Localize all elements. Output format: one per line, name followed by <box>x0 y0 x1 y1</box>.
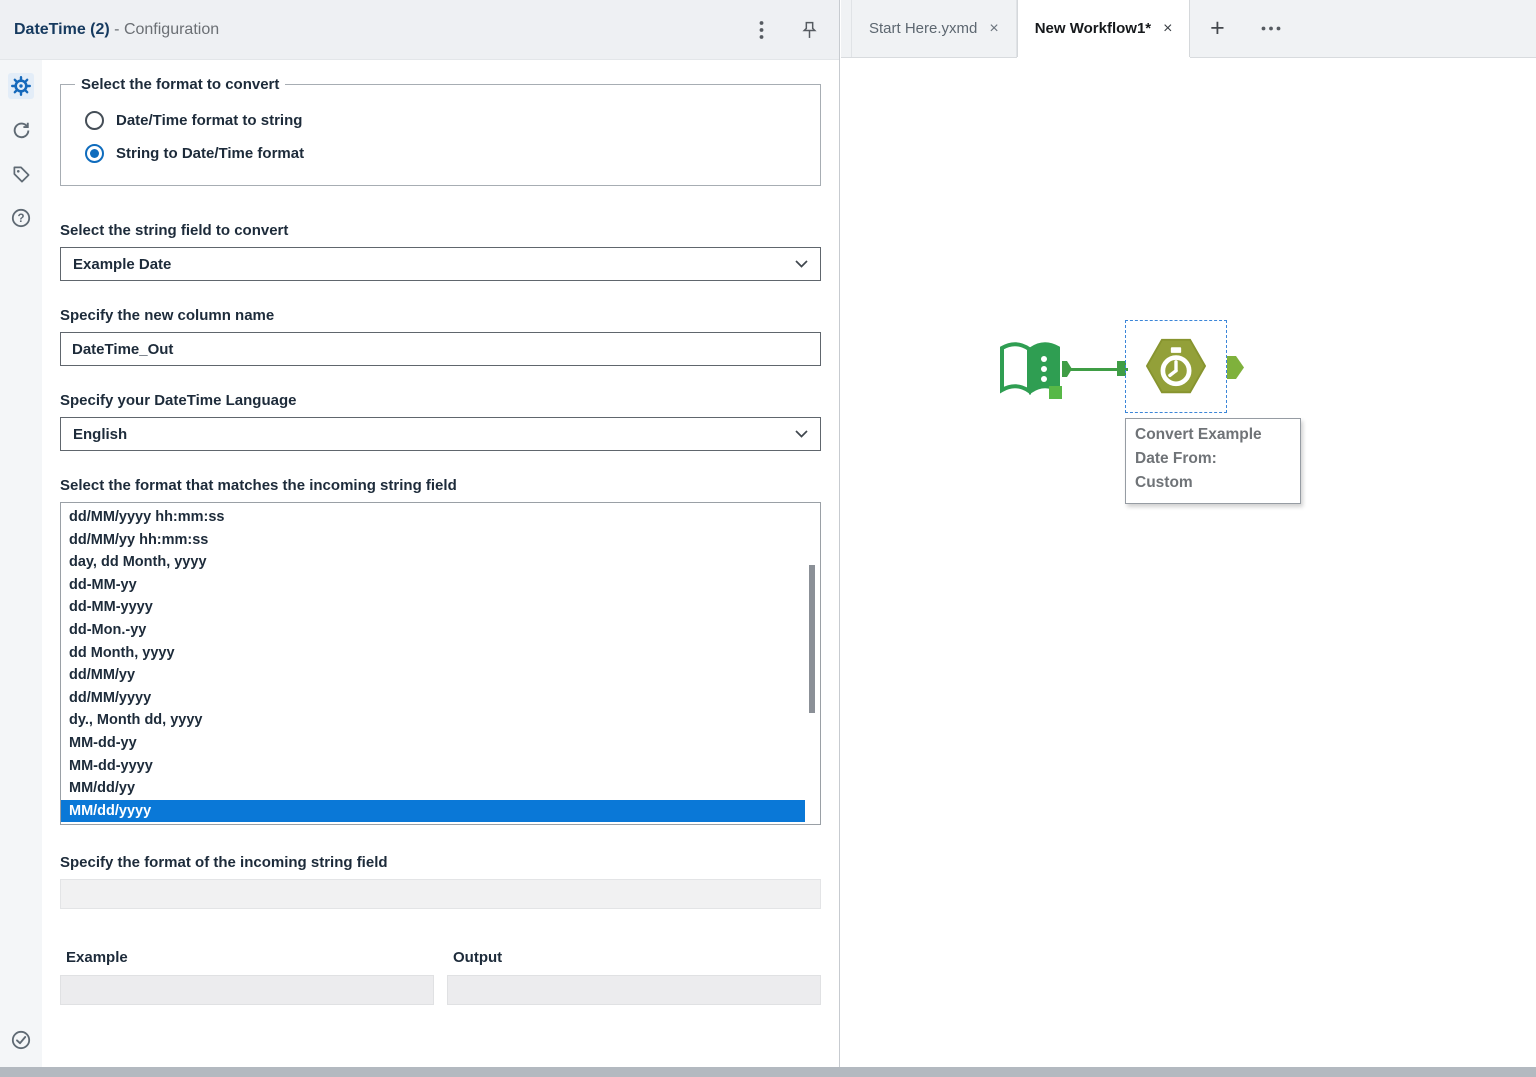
svg-text:?: ? <box>17 213 24 225</box>
configuration-panel: DateTime (2) - Configuration <box>0 0 840 1067</box>
configuration-suffix-label: - Configuration <box>110 21 219 38</box>
format-option[interactable]: dd/MM/yyyy <box>61 687 805 710</box>
format-option[interactable]: dd Month, yyyy <box>61 642 805 665</box>
tool-annotation[interactable]: Convert Example Date From: Custom <box>1125 418 1301 504</box>
format-option[interactable]: dd-Mon.-yy <box>61 619 805 642</box>
input-data-tool[interactable] <box>998 339 1062 406</box>
workflow-canvas[interactable]: Convert Example Date From: Custom <box>841 58 1536 1057</box>
string-field-value: Example Date <box>73 256 171 273</box>
language-label: Specify your DateTime Language <box>60 392 821 409</box>
example-value-box <box>60 975 434 1005</box>
close-icon[interactable]: × <box>1163 20 1172 38</box>
navigation-refresh-icon[interactable] <box>8 117 34 143</box>
configuration-form: Select the format to convert Date/Time f… <box>42 60 839 1067</box>
datetime-stopwatch-hexagon-icon <box>1146 336 1206 396</box>
annotation-tag-icon[interactable] <box>8 161 34 187</box>
chevron-down-icon <box>795 260 808 268</box>
tab-label: Start Here.yxmd <box>869 20 977 37</box>
configuration-title: DateTime (2) - Configuration <box>14 21 219 39</box>
input-tool-output-anchor[interactable] <box>1062 361 1072 382</box>
format-option[interactable]: dd-MM-yy <box>61 574 805 597</box>
output-value-box <box>447 975 821 1005</box>
listbox-scrollbar-thumb[interactable] <box>809 565 815 713</box>
column-name-label: Specify the new column name <box>60 307 821 324</box>
configuration-gear-icon[interactable] <box>8 73 34 99</box>
example-column: Example <box>60 949 434 1005</box>
format-option[interactable]: day, dd Month, yyyy <box>61 551 805 574</box>
tab-new-workflow[interactable]: New Workflow1* × <box>1017 0 1191 57</box>
workflow-panel: Start Here.yxmd × New Workflow1* × + <box>841 0 1536 1067</box>
custom-format-input[interactable] <box>60 879 821 909</box>
column-name-input[interactable] <box>60 332 821 366</box>
status-strip <box>0 1067 1536 1077</box>
format-option[interactable]: dd/MM/yy <box>61 664 805 687</box>
header-actions <box>751 20 819 40</box>
format-option[interactable]: MM/dd/yy <box>61 777 805 800</box>
help-icon[interactable]: ? <box>8 205 34 231</box>
configuration-header: DateTime (2) - Configuration <box>0 0 839 60</box>
output-column: Output <box>447 949 821 1005</box>
language-dropdown[interactable]: English <box>60 417 821 451</box>
format-listbox[interactable]: dd/MM/yyyy hh:mm:ssdd/MM/yy hh:mm:ssday,… <box>60 502 821 825</box>
tab-label: New Workflow1* <box>1035 20 1151 37</box>
new-workflow-button[interactable]: + <box>1190 0 1244 57</box>
radio-datetime-to-string[interactable]: Date/Time format to string <box>85 111 808 130</box>
config-icon-strip: ? <box>0 60 42 1067</box>
apply-check-icon[interactable] <box>8 1027 34 1053</box>
format-option[interactable]: dd/MM/yy hh:mm:ss <box>61 529 805 552</box>
language-value: English <box>73 426 127 443</box>
example-label: Example <box>66 949 434 966</box>
example-output-row: Example Output <box>60 949 821 1005</box>
tool-name-label: DateTime (2) <box>14 21 110 38</box>
format-list-label: Select the format that matches the incom… <box>60 477 821 494</box>
format-option[interactable]: MM/dd/yyyy <box>61 800 805 823</box>
string-field-dropdown[interactable]: Example Date <box>60 247 821 281</box>
string-field-label: Select the string field to convert <box>60 222 821 239</box>
chevron-down-icon <box>795 430 808 438</box>
tab-start-here[interactable]: Start Here.yxmd × <box>851 0 1017 57</box>
format-list-items: dd/MM/yyyy hh:mm:ssdd/MM/yy hh:mm:ssday,… <box>61 506 805 822</box>
pin-icon[interactable] <box>799 20 819 40</box>
radio-label: String to Date/Time format <box>116 145 304 162</box>
output-label: Output <box>453 949 821 966</box>
format-group-legend: Select the format to convert <box>75 76 285 93</box>
format-option[interactable]: MM-dd-yyyy <box>61 755 805 778</box>
format-option[interactable]: dd-MM-yyyy <box>61 596 805 619</box>
alteryx-designer-window: DateTime (2) - Configuration <box>0 0 1536 1077</box>
datetime-tool-output-anchor[interactable] <box>1227 356 1244 384</box>
custom-format-label: Specify the format of the incoming strin… <box>60 854 821 871</box>
format-option[interactable]: dd/MM/yyyy hh:mm:ss <box>61 506 805 529</box>
kebab-menu-icon[interactable] <box>751 20 771 40</box>
format-option[interactable]: dy., Month dd, yyyy <box>61 709 805 732</box>
radio-label: Date/Time format to string <box>116 112 302 129</box>
radio-circle-unselected[interactable] <box>85 111 104 130</box>
tab-overflow-icon[interactable] <box>1244 0 1298 57</box>
radio-string-to-datetime[interactable]: String to Date/Time format <box>85 144 808 163</box>
format-option[interactable]: MM-dd-yy <box>61 732 805 755</box>
input-data-book-icon <box>998 339 1062 401</box>
datetime-tool[interactable] <box>1146 336 1206 401</box>
format-convert-group: Select the format to convert Date/Time f… <box>60 76 821 186</box>
radio-circle-selected[interactable] <box>85 144 104 163</box>
workflow-tab-bar: Start Here.yxmd × New Workflow1* × + <box>841 0 1536 58</box>
close-icon[interactable]: × <box>989 20 998 38</box>
